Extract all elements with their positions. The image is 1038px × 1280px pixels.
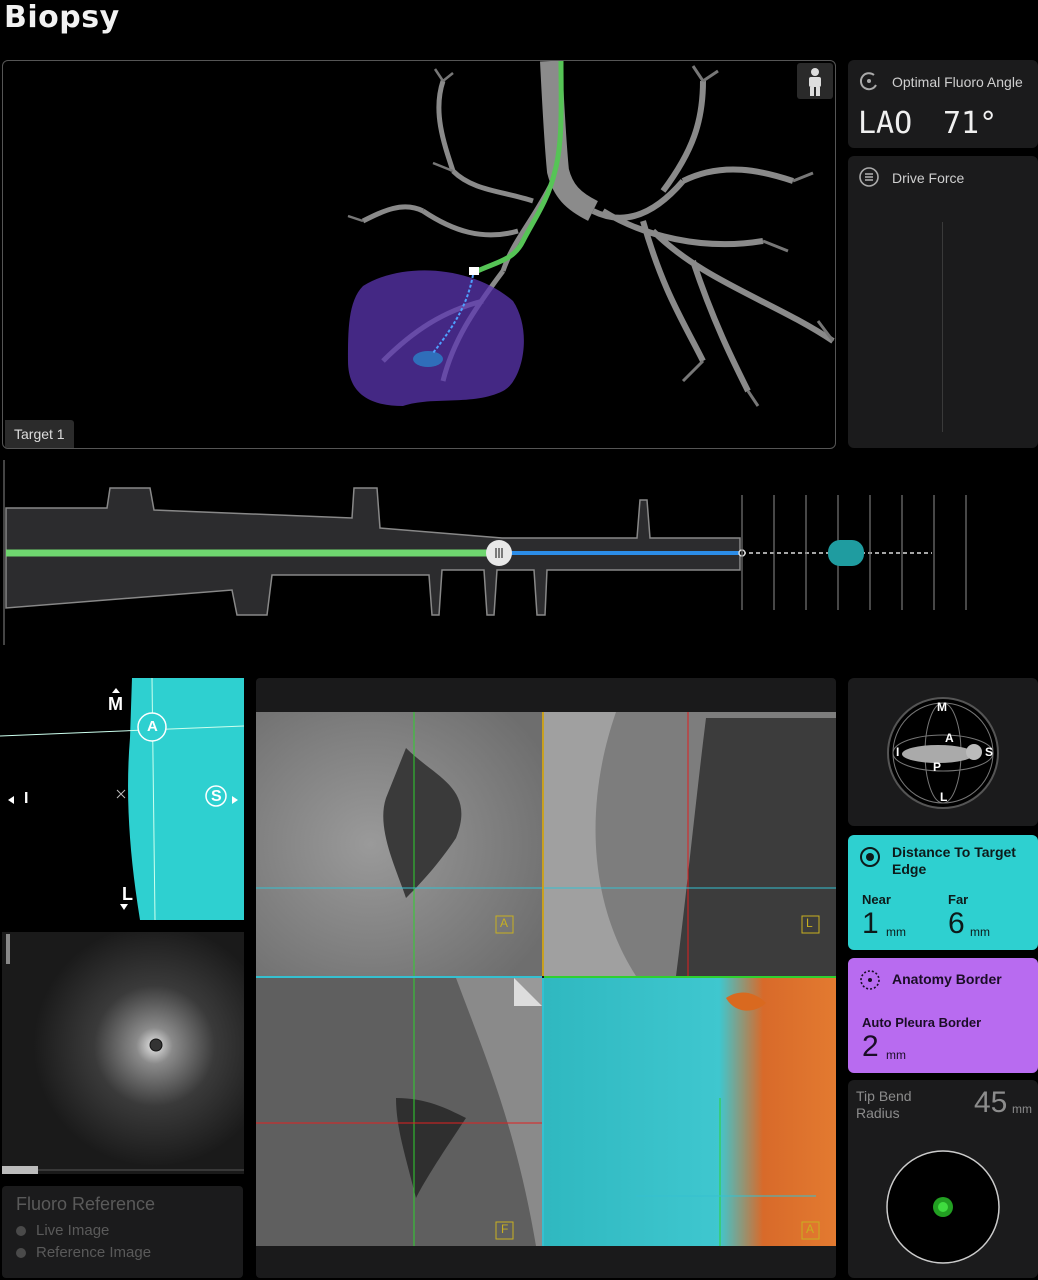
tip-bend-label: Tip Bend Radius — [856, 1088, 912, 1121]
page-title: Biopsy — [4, 0, 120, 35]
reference-image-label: Reference Image — [36, 1244, 152, 1261]
drive-force-card: Drive Force — [848, 156, 1038, 448]
radial-ultrasound-view — [2, 932, 244, 1174]
far-value: 6 — [948, 907, 965, 940]
ct-view-label-tr: L — [806, 916, 813, 930]
orientation-label-p: P — [933, 760, 942, 774]
orientation-label-s: S — [985, 745, 994, 759]
fluoro-angle-value: 71° — [943, 106, 998, 141]
near-value: 1 — [862, 907, 879, 940]
near-unit: mm — [886, 925, 906, 939]
target-label: Target 1 — [5, 420, 74, 448]
navigation-3d-view[interactable]: Target 1 — [2, 60, 836, 449]
rotate-icon — [859, 72, 877, 91]
fluoro-reference-title: Fluoro Reference — [16, 1194, 156, 1214]
drive-force-gauge — [942, 222, 943, 432]
fluoro-angle-card: Optimal Fluoro Angle LAO 71° — [848, 60, 1038, 148]
reference-image-option[interactable]: Reference Image — [16, 1244, 151, 1261]
ct-view-label-tl: A — [500, 916, 509, 930]
orientation-label-a: A — [945, 731, 954, 745]
target-icon — [860, 847, 880, 867]
live-image-label: Live Image — [36, 1222, 110, 1239]
radio-live-image[interactable] — [16, 1226, 26, 1237]
ct-view-label-bl: F — [501, 1222, 509, 1236]
far-unit: mm — [970, 925, 990, 939]
patient-orientation-button[interactable] — [797, 63, 833, 99]
ct-quad-render — [256, 712, 836, 1246]
ultrasound-render — [2, 932, 244, 1174]
tip-bend-value: 45 — [974, 1086, 1008, 1119]
ct-views-panel: A L F A — [256, 678, 836, 1278]
fluoro-direction: LAO — [858, 106, 913, 141]
near-label: Near — [862, 892, 891, 907]
airway-tree-render — [347, 61, 835, 407]
tip-orientation-view[interactable]: M L I S A — [0, 677, 245, 921]
orientation-label-i: I — [896, 745, 900, 759]
person-icon — [809, 68, 821, 96]
path-track-render — [3, 460, 967, 645]
orientation-widget-card[interactable]: M L S P A I — [848, 678, 1038, 826]
tip-bend-card: Tip Bend Radius 45 mm — [848, 1080, 1038, 1278]
axis-label-m: M — [108, 694, 123, 714]
far-label: Far — [948, 892, 969, 907]
border-icon — [860, 970, 880, 990]
ct-view-label-br: A — [806, 1222, 815, 1236]
tip-bend-gauge — [886, 1150, 1000, 1264]
orientation-label-m: M — [937, 700, 947, 714]
anatomy-border-title: Anatomy Border — [892, 971, 1002, 987]
axis-label-i: I — [24, 790, 29, 807]
radio-reference-image[interactable] — [16, 1248, 26, 1259]
axis-label-s: S — [211, 788, 222, 805]
fluoro-angle-title: Optimal Fluoro Angle — [892, 74, 1023, 90]
position-slider-handle[interactable] — [486, 540, 512, 566]
orientation-label-l: L — [940, 790, 948, 804]
pleura-border-value: 2 — [862, 1030, 879, 1063]
drive-force-icon — [859, 167, 879, 187]
pleura-border-unit: mm — [886, 1048, 906, 1062]
distance-to-target-card: Distance To Target Edge Near Far 1 mm 6 … — [848, 835, 1038, 950]
airway-path-track[interactable] — [2, 460, 1038, 650]
auto-pleura-label: Auto Pleura Border — [862, 1015, 982, 1030]
axis-label-l: L — [122, 884, 133, 904]
distance-title: Distance To Target Edge — [892, 844, 1016, 877]
fluoro-reference-panel: Fluoro Reference Live Image Reference Im… — [2, 1186, 243, 1278]
grip-icon — [495, 548, 503, 558]
live-image-option[interactable]: Live Image — [16, 1222, 109, 1239]
axis-label-a: A — [147, 718, 158, 735]
drive-force-title: Drive Force — [892, 170, 965, 186]
anatomy-border-card: Anatomy Border Auto Pleura Border 2 mm — [848, 958, 1038, 1073]
tip-bend-unit: mm — [1012, 1102, 1032, 1116]
